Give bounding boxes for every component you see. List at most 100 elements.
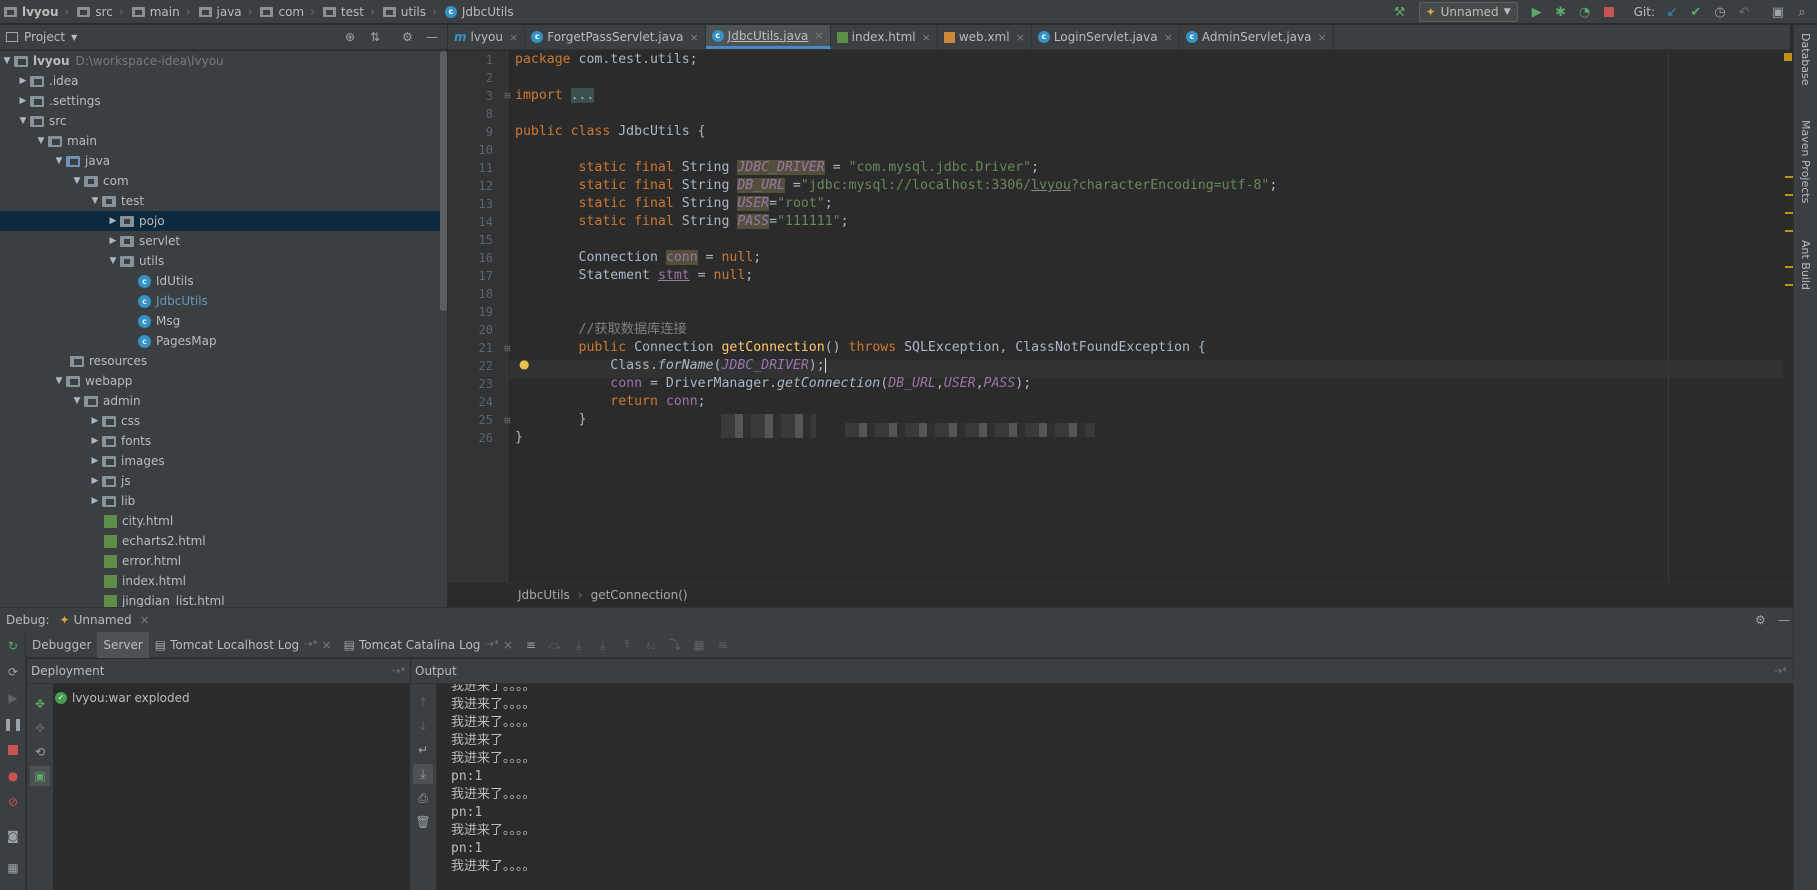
build-hammer-icon[interactable]: ⚒: [1389, 1, 1411, 23]
expand-arrow-icon[interactable]: ▼: [52, 156, 66, 166]
deploy-icon[interactable]: ✥: [30, 718, 50, 738]
scroll-from-source-icon[interactable]: ⊕: [345, 30, 355, 44]
breadcrumb-test[interactable]: test ›: [319, 0, 379, 24]
folded-import[interactable]: ...: [570, 88, 595, 103]
artifacts-icon[interactable]: ▣: [30, 766, 50, 786]
expand-arrow-icon[interactable]: ▼: [0, 56, 14, 66]
step-over-icon[interactable]: ⤼: [548, 638, 562, 652]
tree-item[interactable]: echarts2.html: [0, 531, 440, 551]
tab-tomcat-localhost-log[interactable]: ▤ Tomcat Localhost Log ⇢* ×: [149, 632, 338, 658]
debug-bug-icon[interactable]: ✱: [1550, 1, 1572, 23]
expand-arrow-icon[interactable]: ▼: [88, 196, 102, 206]
breadcrumb-java[interactable]: java ›: [195, 0, 257, 24]
tree-item[interactable]: ▼ main: [0, 131, 440, 151]
warning-mark[interactable]: [1785, 266, 1793, 268]
evaluate-expression-icon[interactable]: ▦: [692, 638, 706, 652]
tree-item[interactable]: ▶ lib: [0, 491, 440, 511]
ant-build-tool-button[interactable]: Ant Build: [1799, 240, 1812, 290]
gear-icon[interactable]: ⚙: [402, 30, 413, 44]
tab-lvyou[interactable]: m lvyou ×: [448, 25, 526, 49]
tree-item[interactable]: ▶ servlet: [0, 231, 440, 251]
expand-arrow-icon[interactable]: ▼: [106, 256, 120, 266]
force-step-into-icon[interactable]: ⤓: [596, 638, 610, 652]
code-editor[interactable]: package com.test.utils; import ... publi…: [509, 51, 1792, 582]
tab-loginservlet[interactable]: c LoginServlet.java ×: [1032, 25, 1180, 49]
minimize-icon[interactable]: —: [426, 30, 438, 44]
warning-mark[interactable]: [1785, 284, 1793, 286]
collapsed-arrow-icon[interactable]: ▶: [106, 216, 120, 226]
tree-item[interactable]: index.html: [0, 571, 440, 591]
tree-item[interactable]: city.html: [0, 511, 440, 531]
chevron-down-icon[interactable]: ▼: [71, 33, 77, 42]
trash-icon[interactable]: 🗑: [413, 812, 433, 832]
editor-breadcrumb-item[interactable]: JdbcUtils: [518, 588, 570, 602]
collapsed-arrow-icon[interactable]: ▶: [88, 496, 102, 506]
tree-item[interactable]: c JdbcUtils: [0, 291, 440, 311]
expand-arrow-icon[interactable]: ▼: [70, 176, 84, 186]
expand-arrow-icon[interactable]: ▼: [70, 396, 84, 406]
restart-icon[interactable]: ⟳: [3, 662, 23, 682]
inspection-status-icon[interactable]: [1784, 53, 1792, 61]
project-scrollbar[interactable]: [440, 51, 447, 607]
warning-mark[interactable]: [1785, 230, 1793, 232]
close-icon[interactable]: ×: [509, 31, 518, 44]
close-icon[interactable]: ×: [814, 29, 823, 42]
breadcrumb-class[interactable]: c JdbcUtils: [441, 0, 518, 24]
git-commit-icon[interactable]: ✔: [1685, 1, 1707, 23]
gear-icon[interactable]: ⚙: [1755, 613, 1766, 627]
close-icon[interactable]: ×: [1164, 31, 1173, 44]
line-number-gutter[interactable]: 1 2 3 8 9 10 11 12 13 14 15 16 17 18 19 …: [448, 51, 511, 582]
rerun-icon[interactable]: ↻: [3, 636, 23, 656]
git-update-icon[interactable]: ↙: [1661, 1, 1683, 23]
tab-forgetpassservlet[interactable]: c ForgetPassServlet.java ×: [525, 25, 706, 49]
tree-item[interactable]: ▶ js: [0, 471, 440, 491]
lightbulb-icon[interactable]: ●: [519, 357, 529, 371]
show-execution-point-icon[interactable]: ≡: [524, 638, 538, 652]
tab-adminservlet[interactable]: c AdminServlet.java ×: [1180, 25, 1334, 49]
tree-item[interactable]: jingdian_list.html: [0, 591, 440, 607]
update-icon[interactable]: ⟲: [30, 742, 50, 762]
view-breakpoints-icon[interactable]: ●: [3, 766, 23, 786]
tab-jdbcutils[interactable]: c JdbcUtils.java ×: [705, 25, 831, 49]
tree-item-root[interactable]: ▼ lvyou D:\workspace-idea\lvyou: [0, 51, 440, 71]
close-icon[interactable]: ×: [140, 613, 150, 627]
camera-icon[interactable]: ◙: [3, 826, 23, 846]
mute-breakpoints-icon[interactable]: ⊘: [3, 792, 23, 812]
coverage-icon[interactable]: ◔: [1574, 1, 1596, 23]
tree-item[interactable]: c IdUtils: [0, 271, 440, 291]
close-icon[interactable]: ×: [689, 31, 698, 44]
scroll-to-end-icon[interactable]: ⤓: [413, 764, 433, 784]
resume-icon[interactable]: ▶: [3, 688, 23, 708]
soft-wrap-icon[interactable]: ↵: [413, 740, 433, 760]
expand-arrow-icon[interactable]: ▼: [16, 116, 30, 126]
print-icon[interactable]: ⎙: [413, 788, 433, 808]
warning-mark[interactable]: [1785, 194, 1793, 196]
close-icon[interactable]: ×: [1016, 31, 1025, 44]
collapse-all-icon[interactable]: ⇅: [370, 30, 380, 44]
tree-item[interactable]: ▼ java: [0, 151, 440, 171]
collapsed-arrow-icon[interactable]: ▶: [88, 476, 102, 486]
breadcrumb-project[interactable]: lvyou ›: [0, 0, 73, 24]
error-stripe[interactable]: [1783, 51, 1793, 582]
step-into-icon[interactable]: ⤓: [572, 638, 586, 652]
tab-web-xml[interactable]: web.xml ×: [938, 25, 1032, 49]
pause-icon[interactable]: ❚❚: [3, 714, 23, 734]
debug-session-tab[interactable]: ✦ Unnamed ×: [60, 613, 150, 627]
project-structure-icon[interactable]: ▣: [1767, 1, 1789, 23]
deployment-item[interactable]: ✓ lvyou:war exploded: [55, 691, 190, 705]
collapsed-arrow-icon[interactable]: ▶: [88, 456, 102, 466]
breadcrumb-utils[interactable]: utils ›: [379, 0, 441, 24]
close-icon[interactable]: ×: [322, 638, 332, 652]
collapsed-arrow-icon[interactable]: ▶: [88, 436, 102, 446]
tree-item[interactable]: ▼ utils: [0, 251, 440, 271]
tree-item[interactable]: error.html: [0, 551, 440, 571]
tree-item[interactable]: ▶ fonts: [0, 431, 440, 451]
close-icon[interactable]: ×: [922, 31, 931, 44]
breadcrumb-main[interactable]: main ›: [128, 0, 195, 24]
breadcrumb-com[interactable]: com ›: [256, 0, 318, 24]
collapsed-arrow-icon[interactable]: ▶: [16, 96, 30, 106]
expand-arrow-icon[interactable]: ▼: [34, 136, 48, 146]
deploy-all-icon[interactable]: ✥: [30, 694, 50, 714]
output-console[interactable]: 我进来了。。。。 我进来了。。。。 我进来了。。。。 我进来了 我进来了。。。。…: [437, 684, 1793, 890]
warning-mark[interactable]: [1785, 212, 1793, 214]
